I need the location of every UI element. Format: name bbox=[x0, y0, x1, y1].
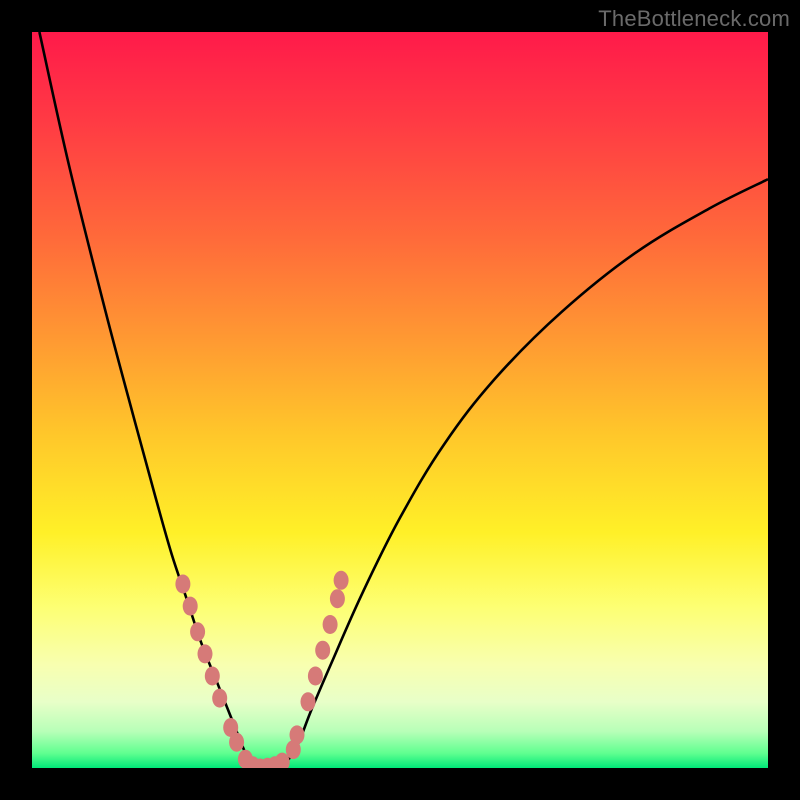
curve-marker-dot bbox=[212, 689, 227, 708]
curve-marker-dot bbox=[323, 615, 338, 634]
curve-marker-dot bbox=[190, 622, 205, 641]
curve-svg bbox=[32, 32, 768, 768]
curve-right-branch bbox=[282, 179, 768, 768]
chart-plot-area bbox=[32, 32, 768, 768]
curve-markers bbox=[175, 571, 348, 768]
watermark-text: TheBottleneck.com bbox=[598, 6, 790, 32]
curve-marker-dot bbox=[175, 575, 190, 594]
curve-marker-dot bbox=[330, 589, 345, 608]
curve-marker-dot bbox=[229, 733, 244, 752]
curve-marker-dot bbox=[290, 725, 305, 744]
curve-marker-dot bbox=[308, 667, 323, 686]
curve-marker-dot bbox=[183, 597, 198, 616]
curve-marker-dot bbox=[301, 692, 316, 711]
curve-marker-dot bbox=[315, 641, 330, 660]
curve-marker-dot bbox=[198, 644, 213, 663]
curve-left-branch bbox=[39, 32, 252, 768]
curve-marker-dot bbox=[205, 667, 220, 686]
curve-marker-dot bbox=[334, 571, 349, 590]
